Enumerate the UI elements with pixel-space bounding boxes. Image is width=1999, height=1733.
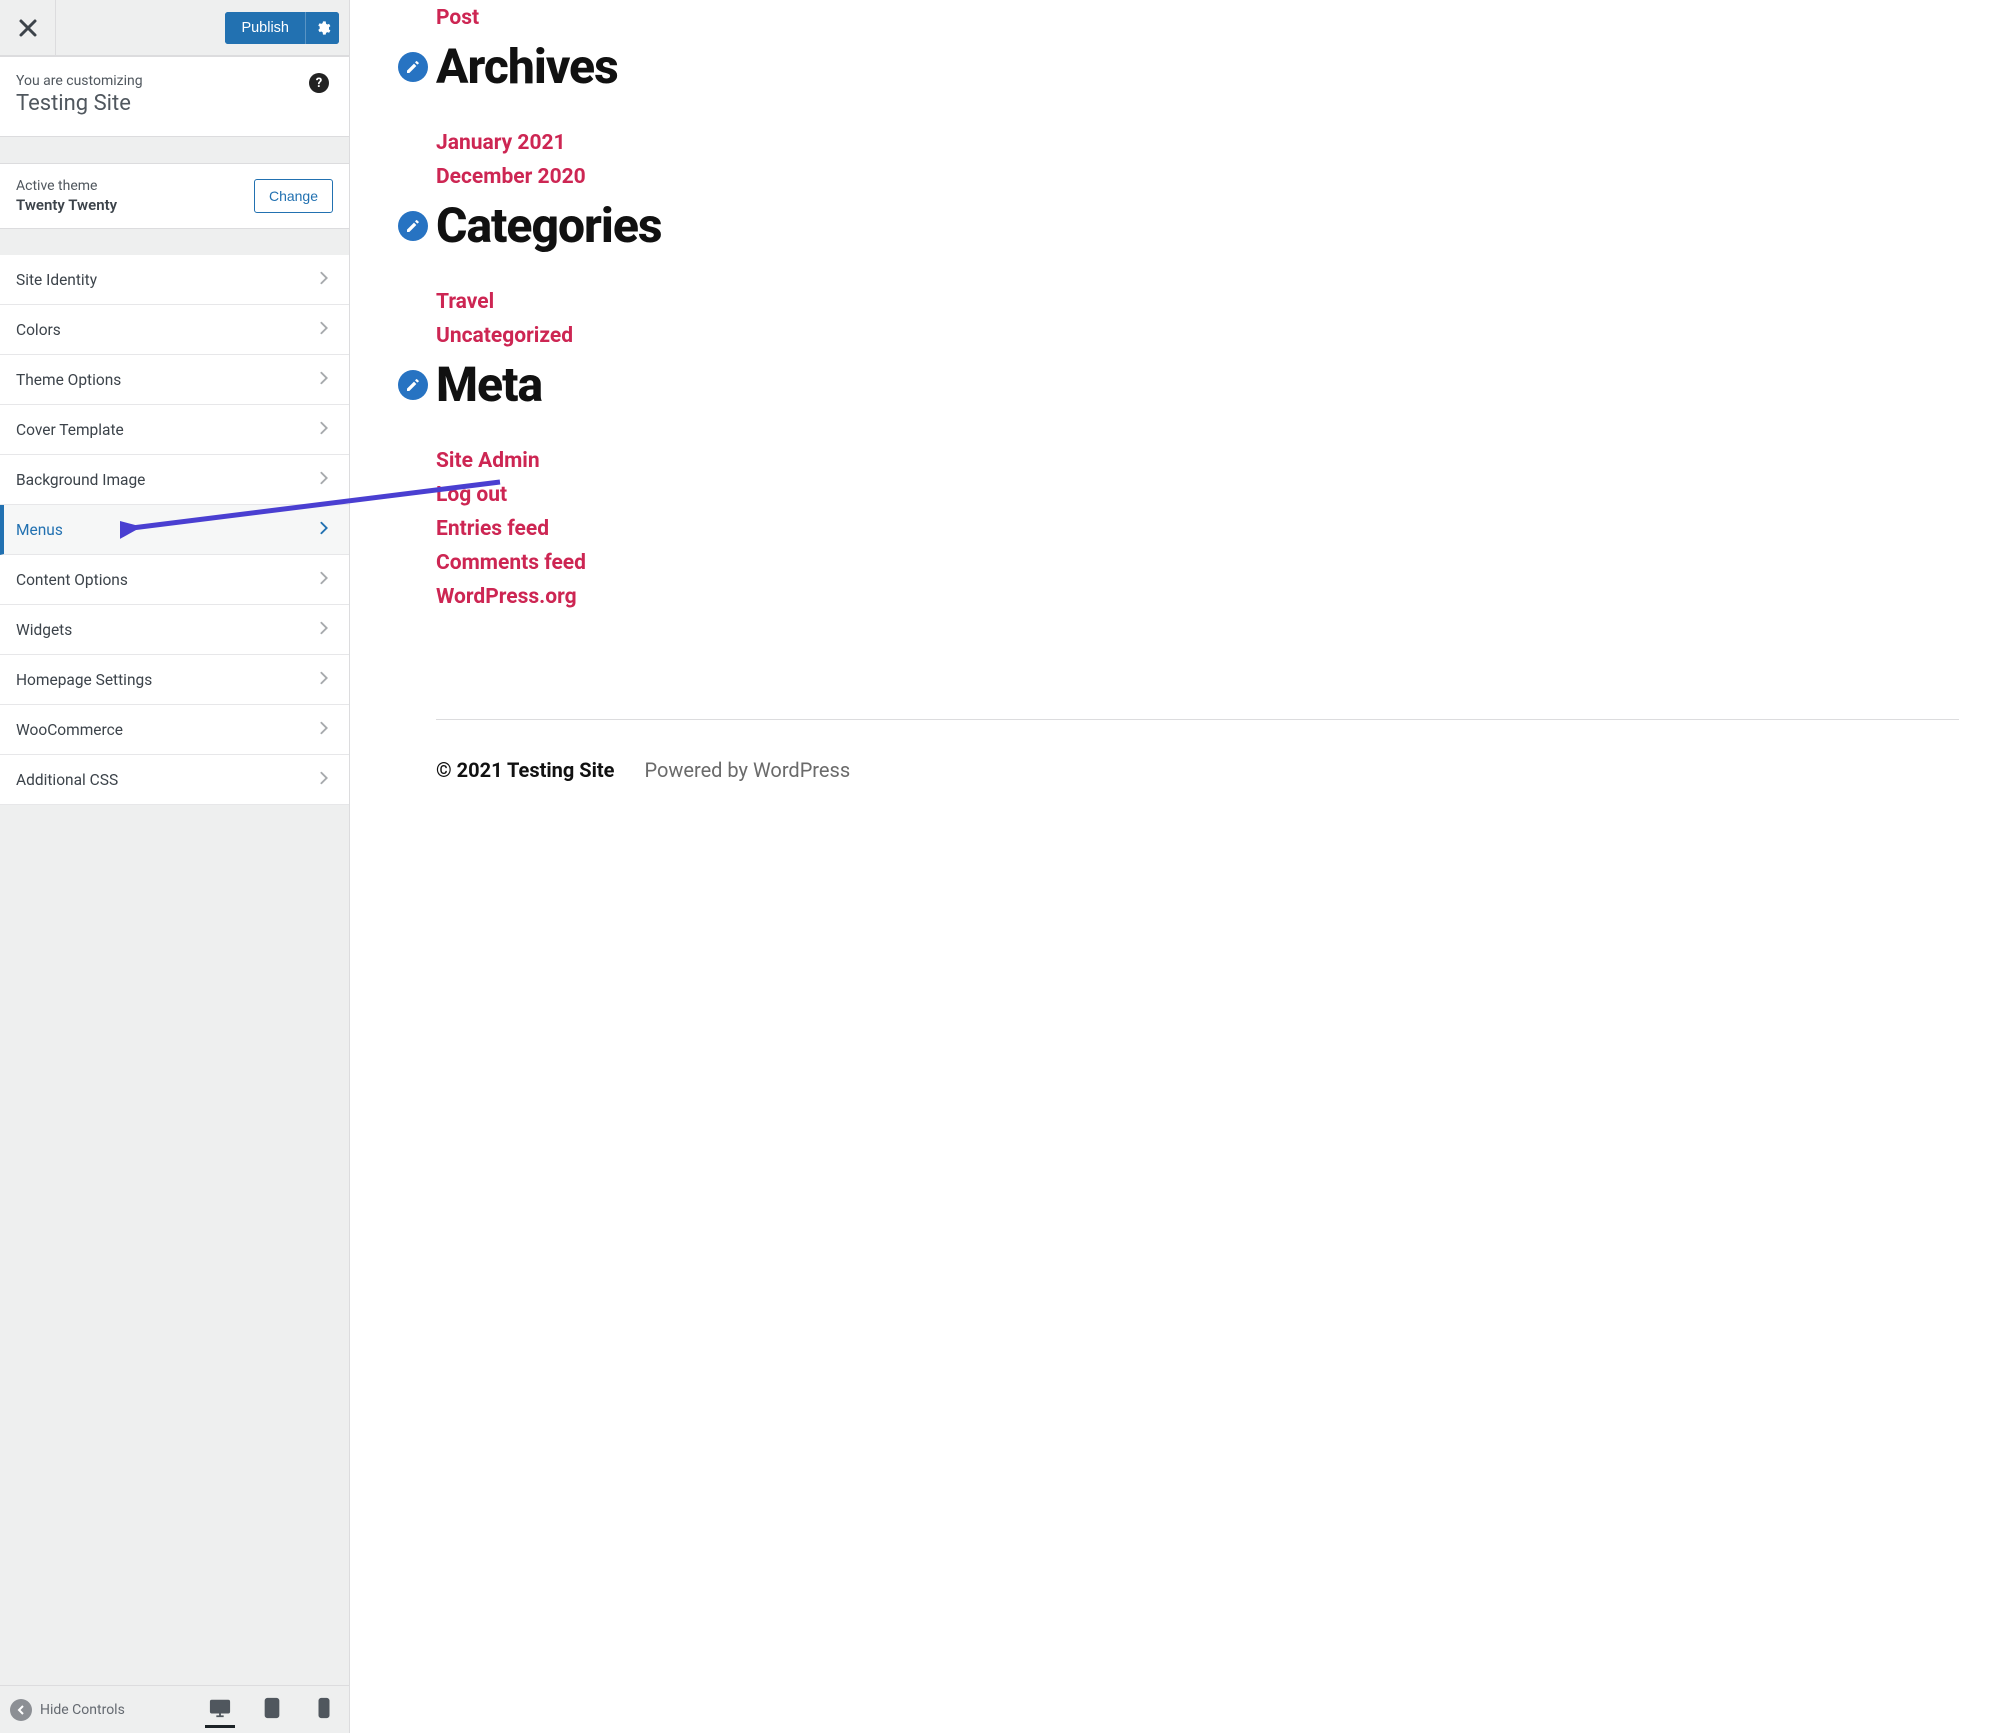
chevron-right-icon [317,621,331,639]
close-customizer-button[interactable] [0,0,56,56]
device-mobile-button[interactable] [309,1691,339,1728]
nav-item-label: Homepage Settings [16,671,152,689]
pencil-icon [405,59,421,75]
help-icon: ? [316,76,322,91]
nav-item-label: Background Image [16,471,145,489]
nav-item-content-options[interactable]: Content Options [0,555,349,605]
sidebar-fill [0,805,349,1685]
nav-item-label: Widgets [16,621,72,639]
nav-item-label: Menus [16,521,63,539]
nav-item-label: Cover Template [16,421,124,439]
pencil-icon [405,218,421,234]
hide-controls-icon [10,1699,32,1721]
widget-meta: Meta Site Admin Log out Entries feed Comment… [398,356,1999,609]
chevron-right-icon [317,321,331,339]
device-tablet-button[interactable] [257,1691,287,1728]
device-toggles [205,1691,339,1728]
nav-item-homepage-settings[interactable]: Homepage Settings [0,655,349,705]
widget-link[interactable]: January 2021 [436,131,1999,155]
nav-item-widgets[interactable]: Widgets [0,605,349,655]
widget-link[interactable]: Uncategorized [436,324,1999,348]
widget-link[interactable]: Site Admin [436,449,1999,473]
chevron-right-icon [317,421,331,439]
customizing-panel: You are customizing Testing Site ? [0,56,349,137]
chevron-right-icon [317,271,331,289]
customizing-label: You are customizing [16,73,143,89]
nav-item-woocommerce[interactable]: WooCommerce [0,705,349,755]
widget-links: Travel Uncategorized [398,290,1999,348]
change-theme-button[interactable]: Change [254,179,333,213]
hide-controls-button[interactable]: Hide Controls [10,1699,125,1721]
site-footer: © 2021 Testing Site Powered by WordPress [398,720,1999,782]
mobile-icon [313,1697,335,1719]
publish-settings-button[interactable] [305,12,339,44]
edit-widget-button[interactable] [398,211,428,241]
widget-link[interactable]: Travel [436,290,1999,314]
nav-item-label: Additional CSS [16,771,118,789]
widget-link[interactable]: Log out [436,483,1999,507]
publish-group: Publish [225,12,339,44]
widget-title: Archives [436,38,618,95]
widget-link[interactable]: Comments feed [436,551,1999,575]
spacer [0,229,349,255]
widget-archives: Archives January 2021 December 2020 [398,38,1999,189]
edit-widget-button[interactable] [398,370,428,400]
nav-item-menus[interactable]: Menus [0,505,349,555]
nav-item-background-image[interactable]: Background Image [0,455,349,505]
chevron-right-icon [317,771,331,789]
widget-link[interactable]: Entries feed [436,517,1999,541]
nav-item-cover-template[interactable]: Cover Template [0,405,349,455]
widget-link[interactable]: December 2020 [436,165,1999,189]
widget-header: Archives [398,38,1999,95]
sidebar-footer: Hide Controls [0,1685,349,1733]
nav-item-colors[interactable]: Colors [0,305,349,355]
widget-link[interactable]: WordPress.org [436,585,1999,609]
nav-item-label: Content Options [16,571,128,589]
widget-title: Categories [436,197,662,254]
pencil-icon [405,377,421,393]
chevron-right-icon [317,571,331,589]
nav-item-site-identity[interactable]: Site Identity [0,255,349,305]
sidebar-top-bar: Publish [0,0,349,56]
chevron-right-icon [317,371,331,389]
device-desktop-button[interactable] [205,1691,235,1728]
customizer-sidebar: Publish You are customizing Testing Site… [0,0,350,1733]
site-name: Testing Site [16,91,143,116]
nav-item-additional-css[interactable]: Additional CSS [0,755,349,805]
desktop-icon [209,1697,231,1719]
gear-icon [315,20,331,36]
tablet-icon [261,1697,283,1719]
help-button[interactable]: ? [309,73,329,93]
nav-item-theme-options[interactable]: Theme Options [0,355,349,405]
close-icon [18,18,38,38]
footer-copyright: © 2021 Testing Site [436,758,614,782]
widget-title: Meta [436,356,542,413]
active-theme-label: Active theme [16,178,117,194]
nav-item-label: Theme Options [16,371,121,389]
footer-powered-by[interactable]: Powered by WordPress [644,758,850,782]
widget-links: Site Admin Log out Entries feed Comments fe… [398,449,1999,609]
widget-categories: Categories Travel Uncategorized [398,197,1999,348]
chevron-right-icon [317,671,331,689]
hide-controls-label: Hide Controls [40,1702,125,1718]
chevron-right-icon [317,521,331,539]
customizer-nav: Site Identity Colors Theme Options Cover Te… [0,255,349,805]
nav-item-label: WooCommerce [16,721,123,739]
publish-button[interactable]: Publish [225,12,305,44]
nav-item-label: Site Identity [16,271,97,289]
edit-widget-button[interactable] [398,52,428,82]
chevron-right-icon [317,471,331,489]
active-theme-row: Active theme Twenty Twenty Change [0,163,349,229]
preview-pane: Post Archives January 2021 December 2020 Ca… [350,0,1999,1733]
top-actions: Publish [56,12,349,44]
widget-header: Meta [398,356,1999,413]
theme-name: Twenty Twenty [16,196,117,214]
widget-links: January 2021 December 2020 [398,131,1999,189]
chevron-right-icon [317,721,331,739]
spacer [0,137,349,163]
nav-item-label: Colors [16,321,61,339]
widget-header: Categories [398,197,1999,254]
post-link[interactable]: Post [398,6,1999,30]
widgets-area: Archives January 2021 December 2020 Categor… [398,38,1999,609]
